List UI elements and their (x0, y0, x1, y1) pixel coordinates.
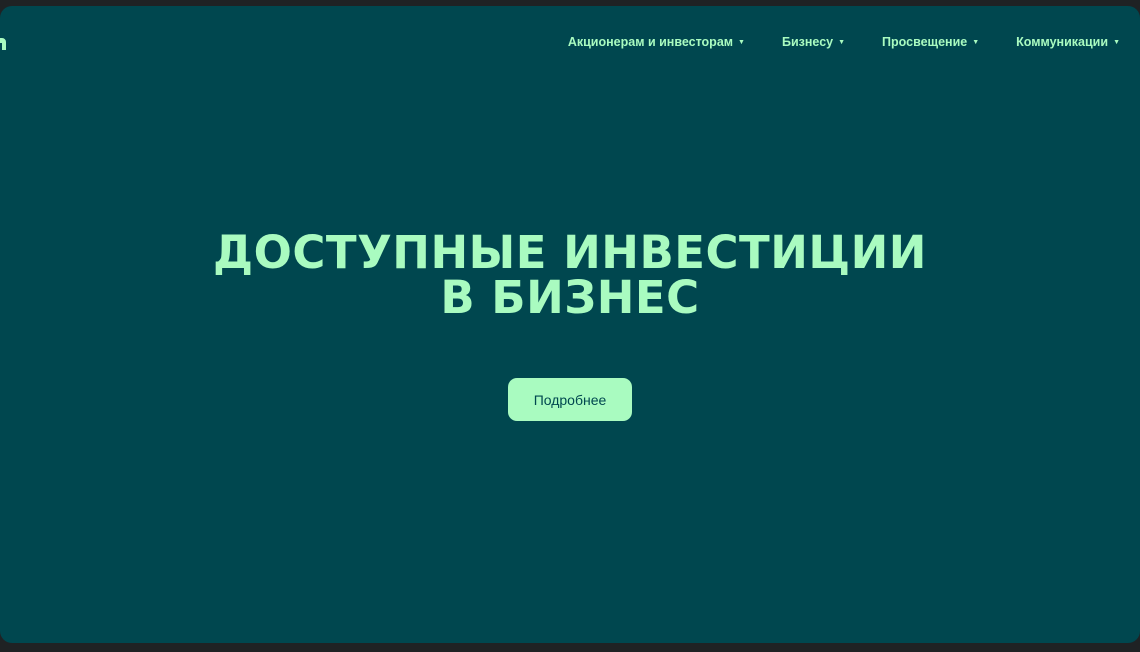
hero-section: ДОСТУПНЫЕ ИНВЕСТИЦИИ В БИЗНЕС (0, 230, 1140, 320)
hero-title: ДОСТУПНЫЕ ИНВЕСТИЦИИ В БИЗНЕС (0, 230, 1140, 320)
hero-title-line-2: В БИЗНЕС (440, 271, 700, 324)
more-button[interactable]: Подробнее (508, 378, 632, 421)
nav-item-label: Бизнесу (781, 35, 834, 49)
nav-item-education[interactable]: Просвещение ▼ (882, 35, 979, 49)
caret-down-icon: ▼ (1113, 38, 1120, 46)
caret-down-icon: ▼ (738, 38, 745, 46)
caret-down-icon: ▼ (838, 38, 846, 46)
browser-viewport: Акционерам и инвесторам ▼ Бизнесу ▼ Прос… (0, 6, 1140, 643)
nav-item-business[interactable]: Бизнесу ▼ (782, 35, 845, 49)
logo-icon[interactable] (0, 38, 6, 50)
nav-item-label: Коммуникации (1016, 35, 1109, 49)
nav-item-label: Акционерам и инвесторам (567, 35, 734, 49)
nav-item-label: Просвещение (882, 35, 968, 49)
nav-item-shareholders[interactable]: Акционерам и инвесторам ▼ (568, 35, 745, 49)
nav-item-communications[interactable]: Коммуникации ▼ (1016, 35, 1120, 49)
main-nav: Акционерам и инвесторам ▼ Бизнесу ▼ Прос… (568, 35, 1120, 49)
caret-down-icon: ▼ (972, 38, 980, 46)
